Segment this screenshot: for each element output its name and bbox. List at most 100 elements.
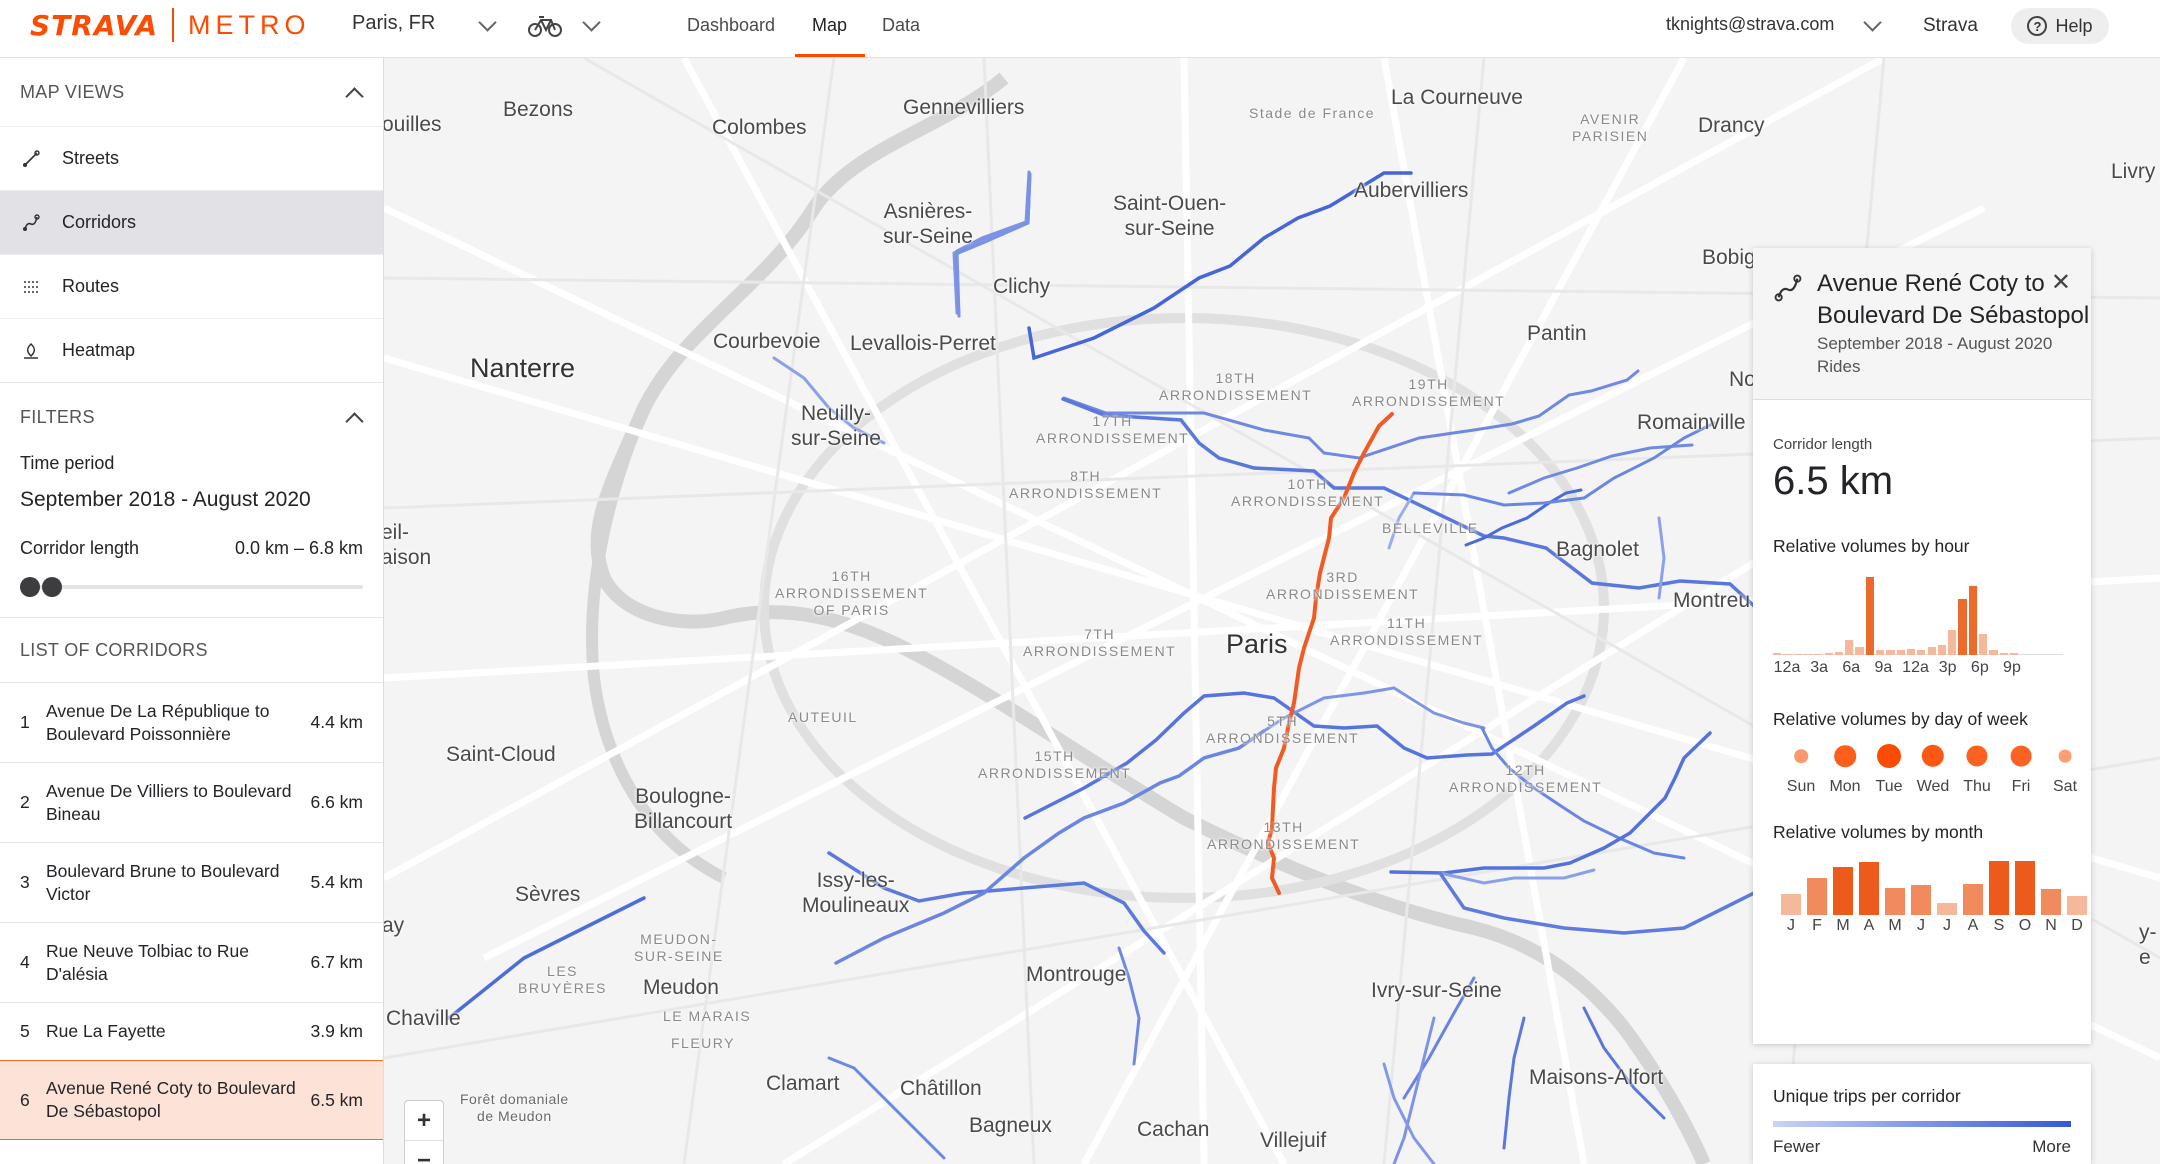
view-label: Routes — [62, 276, 120, 296]
corridor-length-slider[interactable] — [20, 575, 363, 599]
trips-legend: Unique trips per corridor Fewer More — [1753, 1064, 2091, 1164]
map-place-label: Pantin — [1527, 322, 1587, 345]
user-email[interactable]: tknights@strava.com — [1666, 14, 1834, 35]
map-place-label: 7TH ARRONDISSEMENT — [1023, 626, 1177, 659]
legend-high: More — [2032, 1137, 2071, 1156]
map-place-label: Forêt domaniale de Meudon — [460, 1091, 569, 1124]
strava-link[interactable]: Strava — [1923, 15, 1978, 37]
user-chevron-down-icon[interactable] — [1863, 13, 1882, 32]
corridor-length: 6.7 km — [310, 952, 363, 972]
corridor-list-item[interactable]: 3 Boulevard Brune to Boulevard Victor 5.… — [0, 842, 383, 922]
month-chart-heading: Relative volumes by month — [1773, 822, 1984, 842]
corridor-name: Avenue René Coty to Boulevard De Sébasto… — [46, 1078, 296, 1121]
hour-bar — [1865, 577, 1874, 655]
map-views-heading: MAP VIEWS — [20, 81, 125, 102]
panel-body: Corridor length 6.5 km Relative volumes … — [1753, 400, 2091, 939]
dow-label: Mon — [1829, 778, 1861, 795]
slider-max-handle[interactable] — [42, 577, 62, 597]
corridor-list-item[interactable]: 2 Avenue De Villiers to Boulevard Bineau… — [0, 762, 383, 842]
corridor-number: 1 — [20, 712, 30, 732]
filters-header[interactable]: FILTERS — [0, 383, 383, 451]
strava-metro-logo[interactable]: STRAVA METRO — [30, 8, 311, 42]
zoom-out-button[interactable]: − — [405, 1141, 443, 1164]
corridor-list-item-selected[interactable]: 6 Avenue René Coty to Boulevard De Sébas… — [0, 1060, 383, 1140]
nav-dashboard[interactable]: Dashboard — [687, 15, 775, 36]
legend-low: Fewer — [1773, 1137, 1821, 1156]
corridor-length: 3.9 km — [310, 1021, 363, 1041]
chevron-up-icon[interactable] — [345, 86, 364, 106]
view-corridors[interactable]: Corridors — [0, 190, 383, 254]
hour-bar — [1845, 640, 1854, 655]
nav-active-underline — [795, 54, 865, 57]
panel-header: Avenue René Coty to Boulevard De Sébasto… — [1753, 248, 2091, 400]
map-place-label: Nanterre — [470, 353, 576, 383]
month-bar — [1937, 903, 1957, 915]
corridor-line — [447, 896, 646, 1020]
map-place-label: Issy-les- Moulineaux — [802, 869, 910, 917]
corridors-icon — [1774, 274, 1802, 302]
view-routes[interactable]: Routes — [0, 254, 383, 318]
filters-section: FILTERS Time period September 2018 - Aug… — [0, 382, 383, 599]
dow-label: Thu — [1963, 778, 1991, 795]
hour-axis-label: 3p — [1938, 659, 1957, 676]
map-place-label: y- e — [2139, 921, 2157, 969]
nav-map[interactable]: Map — [812, 15, 847, 36]
corridors-icon — [23, 213, 40, 231]
map-place-label: BELLEVILLE — [1382, 520, 1479, 536]
map-place-label: Saint-Ouen- sur-Seine — [1113, 192, 1227, 240]
zoom-in-button[interactable]: + — [405, 1101, 443, 1141]
city-chevron-down-icon[interactable] — [478, 13, 497, 32]
map-place-label: 19TH ARRONDISSEMENT — [1352, 376, 1506, 409]
corridor-list-item[interactable]: 5 Rue La Fayette 3.9 km — [0, 1002, 383, 1060]
city-selector[interactable]: Paris, FR — [352, 12, 435, 35]
month-label: A — [1863, 917, 1875, 934]
month-label: J — [1787, 917, 1795, 934]
corridor-length-label: Corridor length — [20, 538, 140, 558]
map-place-label: LE MARAIS — [663, 1008, 752, 1024]
hour-bar — [1958, 599, 1967, 655]
corridor-number: 2 — [20, 792, 30, 812]
map-place-label: Ivry-sur-Seine — [1371, 979, 1502, 1002]
slider-min-handle[interactable] — [20, 577, 40, 597]
filters-heading: FILTERS — [20, 406, 95, 427]
map-views-header[interactable]: MAP VIEWS — [0, 58, 383, 126]
hour-axis-label: 6a — [1842, 659, 1861, 676]
hour-bar — [1927, 646, 1936, 655]
dow-dot — [1834, 745, 1856, 767]
map-place-label: LES BRUYÈRES — [518, 963, 608, 996]
sidebar: MAP VIEWS Streets Corridors Routes Heatm… — [0, 58, 384, 1164]
legend-gradient — [1773, 1121, 2071, 1127]
corridor-list-item[interactable]: 1 Avenue De La République to Boulevard P… — [0, 682, 383, 762]
view-heatmap[interactable]: Heatmap — [0, 318, 383, 382]
map-place-label: 17TH ARRONDISSEMENT — [1036, 413, 1190, 446]
bike-icon[interactable] — [528, 14, 562, 38]
help-button[interactable]: ? Help — [2011, 8, 2109, 44]
view-streets[interactable]: Streets — [0, 126, 383, 190]
month-label: S — [1993, 917, 2005, 934]
close-icon[interactable]: ✕ — [2051, 268, 2071, 297]
streets-icon — [23, 149, 40, 167]
time-period-selector[interactable]: September 2018 - August 2020 — [0, 474, 383, 512]
dow-dot — [1921, 744, 1945, 768]
map-place-label: 3RD ARRONDISSEMENT — [1266, 569, 1420, 602]
dow-label: Sun — [1786, 778, 1816, 795]
chevron-up-icon[interactable] — [345, 411, 364, 431]
corridor-list-item[interactable]: 4 Rue Neuve Tolbiac to Rue D'alésia 6.7 … — [0, 922, 383, 1002]
map-place-label: 5TH ARRONDISSEMENT — [1206, 713, 1360, 746]
map-place-label: Montrouge — [1026, 963, 1127, 986]
corridor-length: 5.4 km — [310, 872, 363, 892]
map-place-label: Neuilly- sur-Seine — [791, 402, 881, 450]
nav-data[interactable]: Data — [882, 15, 920, 36]
dow-dot — [1877, 744, 1901, 768]
month-label: O — [2018, 917, 2032, 934]
map-place-label: Châtillon — [900, 1077, 982, 1100]
month-bar — [1807, 877, 1827, 915]
map-place-label: Gennevilliers — [903, 96, 1025, 119]
map-place-label: Sèvres — [515, 883, 581, 906]
activity-chevron-down-icon[interactable] — [582, 13, 601, 32]
corridor-list-heading: LIST OF CORRIDORS — [20, 639, 208, 660]
map-place-label: Villejuif — [1260, 1129, 1327, 1152]
map-place-label: AUTEUIL — [788, 709, 858, 725]
map-place-label: 11TH ARRONDISSEMENT — [1330, 615, 1484, 648]
corridor-name: Avenue De Villiers to Boulevard Bineau — [46, 780, 292, 824]
